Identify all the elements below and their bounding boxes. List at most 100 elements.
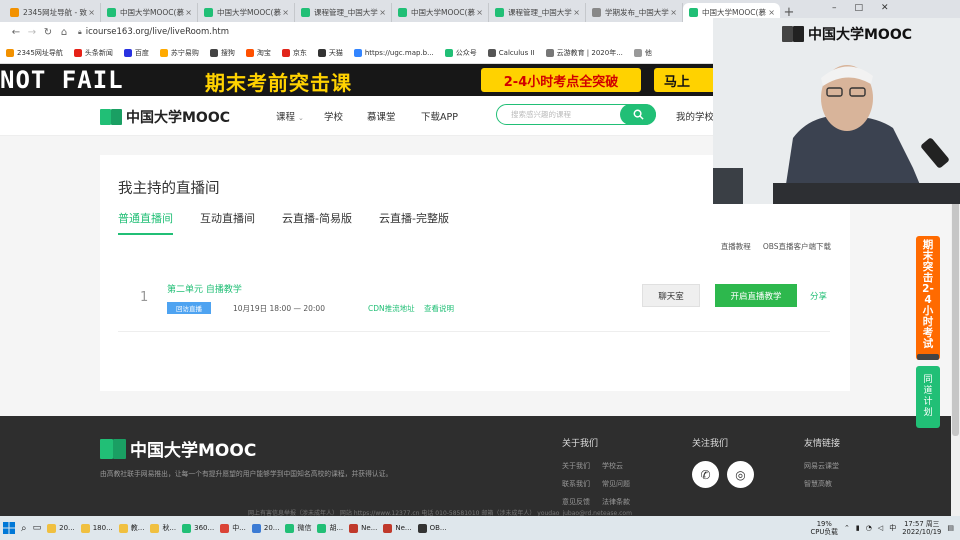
url-field[interactable]: 🔒︎ icourse163.org/live/liveRoom.htm <box>78 27 229 37</box>
close-icon[interactable]: × <box>185 8 192 17</box>
tab-cloud-live-full[interactable]: 云直播-完整版 <box>379 210 449 235</box>
footer-link-smart-edu[interactable]: 智慧高教 <box>804 479 832 489</box>
taskbar-app[interactable]: Ne... <box>346 516 380 540</box>
close-window-button[interactable]: ✕ <box>881 3 889 13</box>
exam-sprint-float-ad[interactable]: 期末突击2-4小时考试 <box>916 236 940 360</box>
tab-interactive-live[interactable]: 互动直播间 <box>200 210 255 235</box>
bookmark-label: 京东 <box>292 48 307 57</box>
live-room-name[interactable]: 第二单元 自播教学 <box>167 282 242 295</box>
taskbar-app[interactable]: 180... <box>78 516 116 540</box>
taskbar-app-label: 秋... <box>162 524 177 532</box>
bookmark-item[interactable]: 公众号 <box>444 48 477 58</box>
browser-tab[interactable]: 学期发布_中国大学 × <box>586 3 683 22</box>
forward-icon[interactable]: → <box>24 27 40 38</box>
taskbar-app[interactable]: 教... <box>116 516 148 540</box>
footer-link-about[interactable]: 关于我们 <box>562 461 590 471</box>
tongdao-plan-float[interactable]: 同道计划 <box>916 366 940 428</box>
taskbar-app[interactable]: OB... <box>415 516 450 540</box>
browser-tab[interactable]: 中国大学MOOC(慕 × <box>101 3 198 22</box>
browser-tab[interactable]: 中国大学MOOC(慕 × <box>198 3 295 22</box>
footer-link-feedback[interactable]: 意见反馈 <box>562 497 590 507</box>
search-button[interactable] <box>620 104 656 125</box>
search-input[interactable]: 搜索感兴趣的课程 <box>496 104 656 125</box>
start-live-button[interactable]: 开启直播教学 <box>715 284 797 307</box>
notifications-icon[interactable]: ▤ <box>947 524 954 532</box>
app-icon <box>349 523 359 533</box>
taskbar-app[interactable]: 秋... <box>147 516 179 540</box>
bookmark-item[interactable]: 他 <box>633 48 652 58</box>
battery-icon[interactable]: ▮ <box>856 524 860 532</box>
bookmark-favicon-icon <box>281 48 290 57</box>
minimize-button[interactable]: – <box>832 3 837 13</box>
footer-link-163-study[interactable]: 网易云课堂 <box>804 461 839 471</box>
browser-tab[interactable]: 中国大学MOOC(慕 × <box>392 3 489 22</box>
taskbar-search-icon[interactable]: ⌕ <box>18 516 30 540</box>
volume-icon[interactable]: ◁ <box>878 524 883 532</box>
bookmark-label: 搜狗 <box>220 48 235 57</box>
my-school-link[interactable]: 我的学校 <box>676 109 714 123</box>
browser-tab[interactable]: 课程管理_中国大学 × <box>295 3 392 22</box>
close-icon[interactable]: × <box>670 8 677 17</box>
bookmark-item[interactable]: 百度 <box>123 48 149 58</box>
close-icon[interactable]: × <box>476 8 483 17</box>
bookmark-favicon-icon <box>633 48 642 57</box>
bookmark-item[interactable]: 京东 <box>281 48 307 58</box>
taskbar-app-label: 微信 <box>297 524 312 532</box>
taskbar-app[interactable]: 20... <box>249 516 283 540</box>
bookmark-item[interactable]: 淘宝 <box>245 48 271 58</box>
bookmark-item[interactable]: https://ugc.map.b... <box>353 48 434 57</box>
weibo-icon[interactable]: ◎ <box>727 461 754 488</box>
clock[interactable]: 17:57 周三 2022/10/19 <box>902 520 941 536</box>
close-icon[interactable]: × <box>768 8 775 17</box>
footer-link-contact[interactable]: 联系我们 <box>562 479 590 489</box>
taskbar-app[interactable]: 中... <box>217 516 249 540</box>
nav-courses[interactable]: 课程 ⌄ <box>276 109 304 123</box>
maximize-button[interactable]: □ <box>855 3 864 13</box>
close-icon[interactable]: × <box>379 8 386 17</box>
taskbar-app[interactable]: 胡... <box>314 516 346 540</box>
close-icon[interactable]: × <box>282 8 289 17</box>
tab-favicon-icon <box>10 8 19 17</box>
site-logo[interactable]: 中国大学MOOC <box>100 107 230 127</box>
taskbar-app-label: 20... <box>59 524 75 532</box>
taskbar-app[interactable]: 20... <box>44 516 78 540</box>
taskbar-app[interactable]: 微信 <box>282 516 314 540</box>
wechat-icon[interactable]: ✆ <box>692 461 719 488</box>
bookmark-item[interactable]: 天猫 <box>317 48 343 58</box>
browser-tab[interactable]: 2345网址导航 - 致 × <box>4 3 101 22</box>
task-view-icon[interactable]: ▭ <box>30 516 45 540</box>
view-instructions-link[interactable]: 查看说明 <box>424 303 454 314</box>
obs-download-link[interactable]: OBS直播客户端下载 <box>763 241 831 252</box>
footer-link-legal[interactable]: 法律条款 <box>602 497 630 507</box>
chat-room-button[interactable]: 聊天室 <box>642 284 700 307</box>
tray-expand-icon[interactable]: ⌃ <box>844 524 850 532</box>
back-icon[interactable]: ← <box>8 27 24 38</box>
taskbar-app[interactable]: 360... <box>179 516 217 540</box>
footer-link-faq[interactable]: 常见问题 <box>602 479 630 489</box>
home-icon[interactable]: ⌂ <box>56 27 72 38</box>
browser-tab[interactable]: 课程管理_中国大学 × <box>489 3 586 22</box>
bookmark-item[interactable]: Calculus II <box>487 48 535 57</box>
bookmark-item[interactable]: 云游教育 | 2020年... <box>545 48 623 58</box>
bookmark-item[interactable]: 苏宁易购 <box>159 48 199 58</box>
footer-link-school-cloud[interactable]: 学校云 <box>602 461 623 471</box>
cdn-push-url-link[interactable]: CDN推流地址 <box>368 303 415 314</box>
nav-mooc-class[interactable]: 慕课堂 <box>367 109 396 123</box>
taskbar-app[interactable]: Ne... <box>380 516 414 540</box>
start-button[interactable] <box>0 516 18 540</box>
reload-icon[interactable]: ↻ <box>40 27 56 38</box>
share-link[interactable]: 分享 <box>810 290 827 302</box>
close-icon[interactable]: × <box>573 8 580 17</box>
tab-cloud-live-simple[interactable]: 云直播-简易版 <box>282 210 352 235</box>
bookmark-item[interactable]: 头条新闻 <box>73 48 113 58</box>
live-tutorial-link[interactable]: 直播教程 <box>721 241 751 252</box>
bookmark-item[interactable]: 2345网址导航 <box>6 48 63 58</box>
ime-indicator[interactable]: 中 <box>889 523 896 533</box>
wifi-icon[interactable]: ◔ <box>866 524 872 532</box>
bookmark-label: 他 <box>644 48 652 57</box>
close-icon[interactable]: × <box>88 8 95 17</box>
nav-download-app[interactable]: 下载APP <box>421 109 458 123</box>
bookmark-item[interactable]: 搜狗 <box>209 48 235 58</box>
tab-normal-live[interactable]: 普通直播间 <box>118 210 173 235</box>
nav-schools[interactable]: 学校 <box>324 109 343 123</box>
